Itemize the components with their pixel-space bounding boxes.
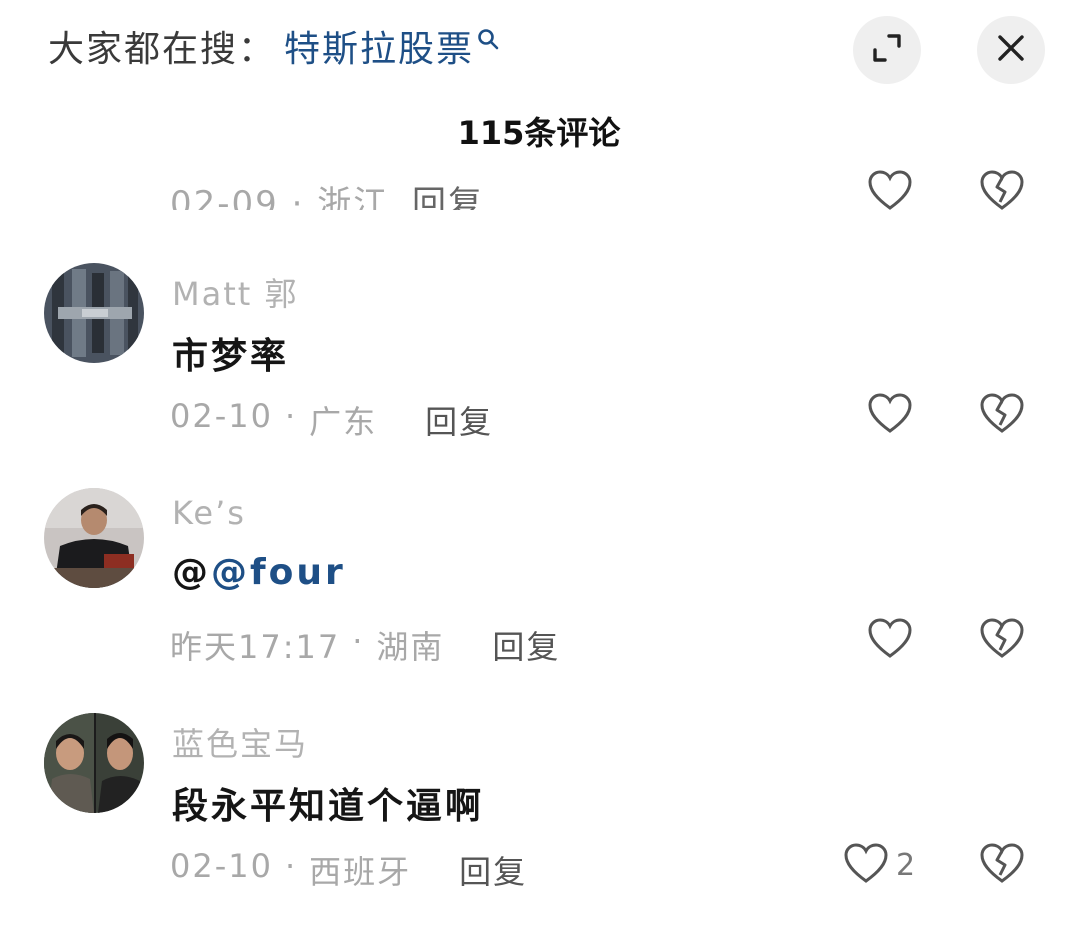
- comment-text-prefix: @: [172, 552, 211, 593]
- comment-username[interactable]: Ke’s: [172, 494, 246, 532]
- heart-icon: [866, 391, 914, 439]
- broken-heart-icon[interactable]: [978, 168, 1026, 210]
- comment-location: 西班牙: [309, 853, 412, 891]
- broken-heart-icon: [978, 393, 1026, 439]
- like-button[interactable]: 2: [842, 841, 915, 889]
- comment-date: 02-10: [170, 397, 273, 435]
- dislike-button[interactable]: [978, 391, 1026, 439]
- avatar[interactable]: [44, 263, 144, 363]
- separator-dot: ·: [284, 847, 298, 885]
- expand-button[interactable]: [853, 16, 921, 84]
- avatar[interactable]: [44, 713, 144, 813]
- comment-username[interactable]: 蓝色宝马: [172, 719, 308, 765]
- like-button[interactable]: [866, 616, 920, 664]
- like-count: 2: [896, 847, 916, 883]
- comments-panel: 大家都在搜： 特斯拉股票 115条评论 02-09 · 浙江 回复 Matt 郭…: [0, 0, 1078, 926]
- reply-button[interactable]: 回复: [412, 176, 484, 210]
- reply-button[interactable]: 回复: [459, 847, 527, 893]
- heart-icon: [866, 616, 914, 664]
- comment-text: 段永平知道个逼啊: [172, 786, 485, 827]
- comment-text: 市梦率: [172, 336, 290, 377]
- comment-item: 蓝色宝马 段永平知道个逼啊 02-10 · 西班牙 回复 2: [0, 713, 1078, 923]
- reply-button[interactable]: 回复: [492, 622, 560, 668]
- dislike-button[interactable]: [978, 841, 1026, 889]
- close-icon: [996, 33, 1026, 67]
- expand-icon: [870, 31, 904, 69]
- search-suggestion-term[interactable]: 特斯拉股票: [284, 24, 474, 76]
- mention-link[interactable]: @four: [211, 552, 346, 593]
- comment-count-title: 115条评论: [457, 114, 621, 152]
- comment-location: 湖南: [376, 628, 445, 666]
- comment-meta: 02-10 · 西班牙 回复: [170, 847, 527, 893]
- reply-button[interactable]: 回复: [425, 397, 493, 443]
- comment-item: Matt 郭 市梦率 02-10 · 广东 回复: [0, 263, 1078, 473]
- dislike-button[interactable]: [978, 616, 1026, 664]
- comment-text: @@four: [172, 552, 346, 593]
- comment-meta: 02-10 · 广东 回复: [170, 397, 493, 443]
- previous-comment-footer: 02-09 · 浙江 回复: [0, 168, 1078, 210]
- broken-heart-icon: [978, 843, 1026, 889]
- comment-date: 昨天17:17: [170, 628, 341, 666]
- comment-location: 广东: [309, 403, 378, 441]
- comment-meta: 昨天17:17 · 湖南 回复: [170, 622, 560, 668]
- separator-dot: ·: [284, 397, 298, 435]
- comment-date: 02-10: [170, 847, 273, 885]
- heart-icon: [842, 841, 890, 889]
- avatar[interactable]: [44, 488, 144, 588]
- heart-icon[interactable]: [866, 168, 914, 210]
- close-button[interactable]: [977, 16, 1045, 84]
- like-button[interactable]: [866, 391, 920, 439]
- search-icon[interactable]: [476, 14, 500, 66]
- broken-heart-icon: [978, 618, 1026, 664]
- comment-meta: 02-09 · 浙江: [170, 184, 390, 210]
- comment-item: Ke’s @@four 昨天17:17 · 湖南 回复: [0, 488, 1078, 698]
- search-suggestion-prefix: 大家都在搜：: [48, 29, 277, 70]
- search-suggestion[interactable]: 大家都在搜： 特斯拉股票: [48, 24, 500, 76]
- separator-dot: ·: [352, 622, 365, 660]
- comment-username[interactable]: Matt 郭: [172, 269, 299, 315]
